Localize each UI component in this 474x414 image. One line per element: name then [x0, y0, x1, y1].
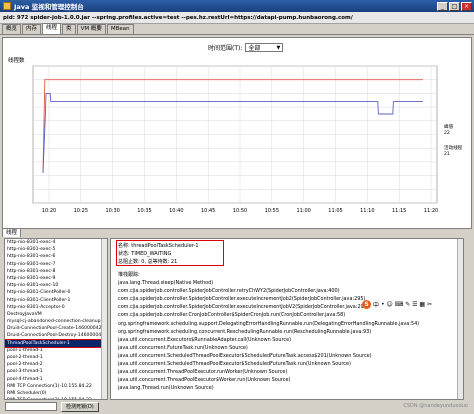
detect-deadlock-button[interactable]: 检测死锁(D)	[61, 401, 99, 412]
maximize-button[interactable]: □	[449, 1, 460, 11]
x-tick-label: 11:15	[392, 208, 406, 214]
thread-filter-input[interactable]	[5, 402, 57, 411]
time-range: 时间范围(T): 全部 ▼	[208, 43, 284, 52]
stack-frame: com.cjia.spiderjob.controller.SpiderJobC…	[118, 288, 340, 295]
tab-overview[interactable]: 概览	[2, 24, 22, 34]
tab-classes[interactable]: 类	[62, 24, 76, 34]
stack-frame: java.lang.Thread.sleep(Native Method)	[118, 280, 214, 286]
threads-list-tab[interactable]: 线程	[2, 228, 22, 237]
ime-toolbar-icons: • ☺ ⌨ ✎ ☰ ▦ ✂	[381, 301, 433, 308]
tab-strip: 概览 内存 线程 类 VM 概要 MBean	[0, 23, 474, 35]
time-range-label: 时间范围(T):	[208, 45, 243, 52]
peak-label: 峰值	[444, 125, 454, 130]
x-tick-label: 10:35	[137, 208, 151, 214]
thread-list-item[interactable]: DestroyJavaVM	[5, 311, 107, 318]
peak-value: 22	[444, 131, 450, 136]
stack-frame: com.cjia.spiderjob.controller.CronJobCon…	[118, 312, 346, 319]
ime-language: 中	[373, 302, 380, 309]
thread-list-item[interactable]: RMI TCP Connection(1)-10.155.84.22	[5, 383, 107, 390]
x-tick-label: 10:50	[233, 208, 247, 214]
thread-list-item[interactable]: ThreadPoolTaskScheduler-1	[5, 338, 107, 348]
x-tick-label: 11:20	[424, 208, 438, 214]
thread-name: 名称: threadPoolTaskScheduler-1	[118, 243, 199, 249]
stack-frame: java.util.concurrent.ScheduledThreadPool…	[118, 361, 351, 367]
stack-frame: java.util.concurrent.ScheduledThreadPool…	[118, 352, 372, 359]
stack-frame: com.cjia.spiderjob.controller.SpiderJobC…	[118, 304, 369, 311]
sogou-logo-icon: S	[362, 300, 371, 309]
live-value: 21	[444, 152, 450, 157]
stack-frame: java.util.concurrent.ThreadPoolExecutor.…	[118, 369, 288, 376]
x-tick-label: 10:45	[201, 208, 215, 214]
thread-list-item[interactable]: http-nio-8301-exec-7	[5, 261, 107, 268]
close-button[interactable]: ×	[461, 1, 472, 11]
thread-list-item[interactable]: RMI Scheduler(0)	[5, 390, 107, 397]
thread-list-item[interactable]: pool-4-thread-1	[5, 376, 107, 383]
thread-list-item[interactable]: Druid-ConnectionPool-Create-1460000427	[5, 325, 107, 332]
thread-list[interactable]: http-nio-8301-exec-4 http-nio-8301-exec-5…	[4, 238, 108, 400]
stack-frame: java.lang.Thread.run(Unknown Source)	[118, 385, 214, 392]
thread-list-item[interactable]: http-nio-8301-exec-4	[5, 239, 107, 246]
chart-panel: 时间范围(T): 全部 ▼ 线程数 10:20 10:25 10:30 10:35 10…	[2, 37, 472, 229]
time-range-value: 全部	[248, 45, 261, 52]
thread-list-item[interactable]: http-nio-8301-Acceptor-0	[5, 304, 107, 311]
thread-list-item[interactable]: http-nio-8301-exec-5	[5, 246, 107, 253]
thread-list-item[interactable]: pool-1-thread-1	[5, 347, 107, 354]
time-range-select[interactable]: 全部 ▼	[245, 43, 284, 52]
x-tick-label: 10:25	[74, 208, 88, 214]
connection-bar: pid: 972 spider-job-1.0.0.jar --spring.p…	[0, 12, 474, 24]
thread-list-item[interactable]: http-nio-8301-exec-6	[5, 253, 107, 260]
thread-state: 状态: TIMED_WAITING	[118, 251, 172, 257]
stack-frame: org.springframework.scheduling.concurren…	[118, 328, 372, 335]
thread-list-item[interactable]: http-nio-8301-exec-8	[5, 268, 107, 275]
detail-scrollbar[interactable]	[457, 239, 463, 399]
thread-list-item[interactable]: mysql-cj-abandoned-connection-cleanup	[5, 318, 107, 325]
thread-list-item[interactable]: http-nio-8301-exec-10	[5, 282, 107, 289]
x-tick-label: 11:05	[328, 208, 342, 214]
thread-list-item[interactable]: Druid-ConnectionPool-Destroy-1460000427	[5, 332, 107, 339]
chevron-down-icon: ▼	[276, 44, 281, 51]
x-tick-label: 10:40	[169, 208, 183, 214]
thread-count-chart: 10:20 10:25 10:30 10:35 10:40 10:45 10:50 10:55…	[32, 65, 438, 214]
x-tick-label: 10:30	[105, 208, 119, 214]
connection-label: pid: 972 spider-job-1.0.0.jar --spring.p…	[3, 14, 353, 21]
thread-list-item[interactable]: pool-2-thread-2	[5, 361, 107, 368]
thread-list-item[interactable]: http-nio-8301-exec-9	[5, 275, 107, 282]
tab-threads[interactable]: 线程	[42, 23, 62, 34]
stack-frame: com.cjia.spiderjob.controller.SpiderJobC…	[118, 296, 366, 303]
window-title: Java 监视和管理控制台	[14, 3, 84, 11]
thread-list-item[interactable]: pool-2-thread-1	[5, 354, 107, 361]
stack-trace-title: 堆栈跟踪:	[118, 272, 140, 278]
minimize-button[interactable]: _	[437, 1, 448, 11]
stack-frame: java.util.concurrent.FutureTask.run(Unkn…	[118, 344, 248, 351]
thread-list-item[interactable]: http-nio-8301-ClientPoller-1	[5, 297, 107, 304]
tab-mbean[interactable]: MBean	[106, 24, 134, 34]
x-tick-label: 11:00	[296, 208, 310, 214]
stack-frame: java.util.concurrent.ThreadPoolExecutor$…	[118, 377, 291, 384]
stack-frame: org.springframework.scheduling.support.D…	[118, 320, 420, 327]
java-icon	[3, 2, 11, 10]
watermark: CSDN @nandeyunduoduo	[403, 403, 468, 409]
x-tick-label: 10:20	[42, 208, 56, 214]
ime-toolbar[interactable]: S 中 • ☺ ⌨ ✎ ☰ ▦ ✂	[362, 300, 432, 309]
live-label: 活动线程	[444, 146, 463, 151]
thread-detail: 名称: threadPoolTaskScheduler-1 状态: TIMED_…	[110, 238, 464, 400]
threads-header: 线程	[2, 228, 470, 237]
stack-frame: java.util.concurrent.Executors$RunnableA…	[118, 336, 292, 343]
thread-counts: 总阻止数: 0, 总等待数: 21	[118, 259, 178, 265]
thread-list-scrollbar[interactable]	[101, 239, 107, 399]
thread-list-item[interactable]: pool-3-thread-1	[5, 368, 107, 375]
tab-vm-summary[interactable]: VM 概要	[76, 24, 106, 34]
x-tick-label: 10:55	[265, 208, 279, 214]
thread-list-item[interactable]: http-nio-8301-ClientPoller-0	[5, 289, 107, 296]
tab-memory[interactable]: 内存	[22, 24, 42, 34]
x-tick-label: 11:10	[360, 208, 374, 214]
title-bar: Java 监视和管理控制台 _ □ ×	[0, 0, 474, 12]
